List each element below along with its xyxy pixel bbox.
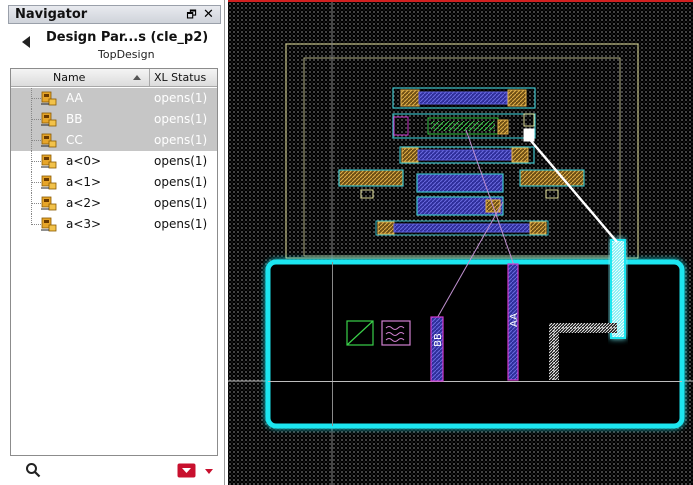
pin-bb-label: BB xyxy=(433,333,444,347)
contact-top-left[interactable] xyxy=(400,89,420,107)
contact-bus-right[interactable] xyxy=(529,221,547,235)
navigator-title: Navigator xyxy=(15,7,88,22)
net-name: CC xyxy=(66,133,83,147)
float-window-icon[interactable]: 🗗 xyxy=(184,7,199,22)
pin-magenta[interactable] xyxy=(393,116,409,136)
net-icon xyxy=(41,133,57,148)
design-subtitle: TopDesign xyxy=(98,48,155,61)
pin-right[interactable] xyxy=(545,189,559,199)
axis-over-region xyxy=(332,262,333,426)
net-name: a<1> xyxy=(66,175,102,189)
design-title: Design Par...s (cle_p2) xyxy=(46,30,209,45)
contact-bus-left[interactable] xyxy=(377,221,395,235)
pin-bb[interactable] xyxy=(430,316,444,382)
xl-status: opens(1) xyxy=(154,217,208,231)
tree-header: Name XL Status xyxy=(11,69,217,87)
tree-row[interactable]: a<0> opens(1) xyxy=(11,151,217,172)
column-divider[interactable] xyxy=(149,69,150,87)
pin-left[interactable] xyxy=(360,189,374,199)
tree-row[interactable]: a<3> opens(1) xyxy=(11,214,217,235)
pin-small[interactable] xyxy=(523,113,535,127)
contact-top-right[interactable] xyxy=(507,89,527,107)
layout-canvas[interactable]: AA BB xyxy=(228,0,693,485)
column-header-name[interactable]: Name xyxy=(53,71,85,84)
tree-row[interactable]: a<2> opens(1) xyxy=(11,193,217,214)
axis-over-region-h xyxy=(268,381,682,382)
xl-status: opens(1) xyxy=(154,154,208,168)
filter-dropdown-icon[interactable] xyxy=(205,469,213,474)
xl-status: opens(1) xyxy=(154,133,208,147)
net-name: BB xyxy=(66,112,83,126)
navigator-titlebar: Navigator 🗗 ✕ xyxy=(8,5,221,24)
metal-top[interactable] xyxy=(418,91,508,105)
contact-second[interactable] xyxy=(497,119,509,135)
net-tree: Name XL Status AA opens(1) BB opens(1) CC ope… xyxy=(10,68,218,456)
instance-middle[interactable] xyxy=(416,173,504,193)
layout-drawing[interactable]: AA BB xyxy=(228,2,693,485)
navigator-panel: Navigator 🗗 ✕ Design Par...s (cle_p2) To… xyxy=(0,0,225,485)
net-name: a<3> xyxy=(66,217,102,231)
net-icon xyxy=(41,217,57,232)
net-icon xyxy=(41,196,57,211)
xl-status: opens(1) xyxy=(154,91,208,105)
contact-third-left[interactable] xyxy=(401,147,419,163)
sort-ascending-icon[interactable] xyxy=(133,75,141,80)
net-icon xyxy=(41,175,57,190)
tree-row[interactable]: AA opens(1) xyxy=(11,88,217,109)
instance-left[interactable] xyxy=(338,169,404,187)
tree-row[interactable]: a<1> opens(1) xyxy=(11,172,217,193)
tree-row[interactable]: BB opens(1) xyxy=(11,109,217,130)
back-arrow-icon[interactable] xyxy=(22,36,30,48)
xl-status: opens(1) xyxy=(154,175,208,189)
metal-bus[interactable] xyxy=(393,223,531,233)
pin-aa-label: AA xyxy=(509,313,520,327)
tree-row[interactable]: CC opens(1) xyxy=(11,130,217,151)
xl-status: opens(1) xyxy=(154,196,208,210)
net-icon xyxy=(41,154,57,169)
net-name: a<0> xyxy=(66,154,102,168)
xl-status: opens(1) xyxy=(154,112,208,126)
contact-third-right[interactable] xyxy=(511,147,529,163)
close-icon[interactable]: ✕ xyxy=(201,7,216,22)
column-header-xl-status[interactable]: XL Status xyxy=(154,71,206,84)
metal-third[interactable] xyxy=(417,149,513,161)
green-hatch[interactable] xyxy=(431,121,495,131)
net-icon xyxy=(41,91,57,106)
instance-right[interactable] xyxy=(519,169,585,187)
search-icon[interactable] xyxy=(25,462,41,478)
net-name: a<2> xyxy=(66,196,102,210)
net-name: AA xyxy=(66,91,83,105)
filter-icon[interactable] xyxy=(177,463,196,478)
net-icon xyxy=(41,112,57,127)
